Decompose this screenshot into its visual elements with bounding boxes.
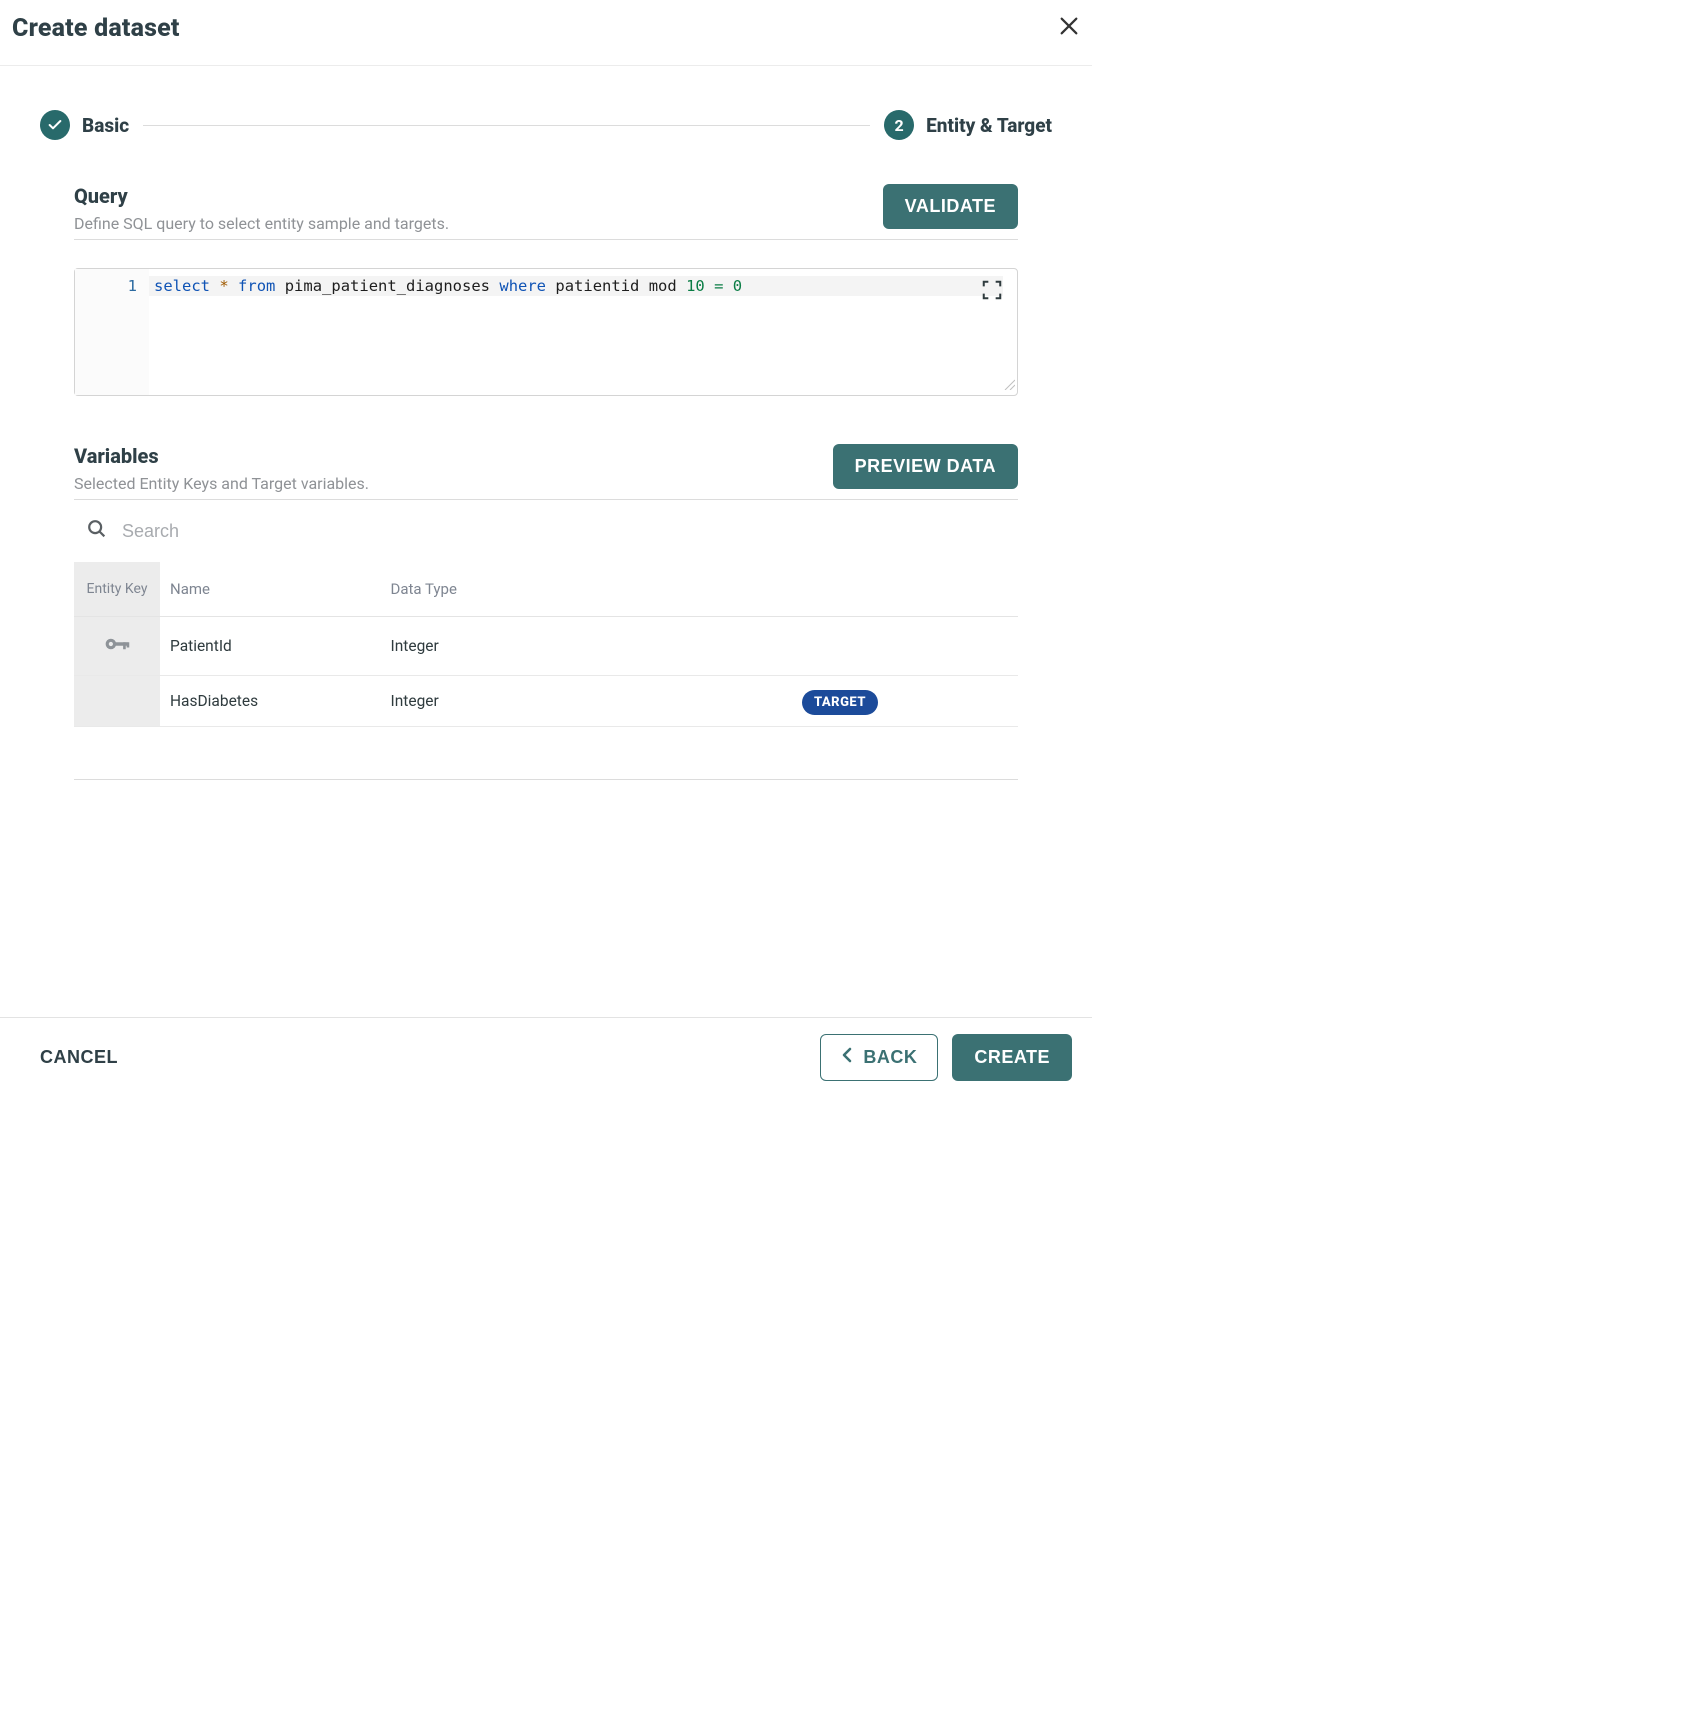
entity-key-cell[interactable]	[74, 676, 160, 727]
step-number-icon: 2	[884, 110, 914, 140]
cell-name: HasDiabetes	[160, 676, 381, 727]
preview-data-button[interactable]: Preview data	[833, 444, 1018, 489]
cell-name: PatientId	[160, 617, 381, 676]
query-section-header: Query Define SQL query to select entity …	[74, 184, 1018, 240]
dialog-footer: Cancel Back Create	[0, 1017, 1092, 1097]
check-icon	[40, 110, 70, 140]
create-button[interactable]: Create	[952, 1034, 1072, 1081]
cell-type: Integer	[381, 676, 557, 727]
step-basic[interactable]: Basic	[40, 110, 129, 140]
table-row[interactable]: HasDiabetes Integer TARGET	[74, 676, 1018, 727]
key-icon	[103, 641, 131, 659]
back-button[interactable]: Back	[820, 1034, 938, 1081]
sql-star: *	[219, 277, 228, 295]
resize-handle-icon[interactable]	[1003, 378, 1015, 393]
line-number: 1	[128, 277, 137, 295]
step-entity-target[interactable]: 2 Entity & Target	[884, 110, 1052, 140]
entity-key-cell[interactable]	[74, 617, 160, 676]
dialog-title: Create dataset	[12, 14, 180, 43]
section-divider	[74, 779, 1018, 780]
sql-identifier: patientid	[555, 277, 639, 295]
step-connector	[143, 125, 870, 126]
dialog-header: Create dataset	[0, 0, 1092, 66]
sql-identifier: pima_patient_diagnoses	[285, 277, 490, 295]
stepper: Basic 2 Entity & Target	[0, 66, 1092, 140]
chevron-left-icon	[841, 1047, 853, 1068]
fullscreen-icon[interactable]	[981, 279, 1003, 305]
sql-number: 0	[733, 277, 742, 295]
search-row	[74, 500, 1018, 556]
close-icon[interactable]	[1058, 15, 1080, 43]
col-badge	[557, 562, 1018, 617]
cancel-button[interactable]: Cancel	[40, 1047, 118, 1068]
sql-keyword: from	[238, 277, 275, 295]
step-entity-target-label: Entity & Target	[926, 114, 1052, 137]
variables-subtitle: Selected Entity Keys and Target variable…	[74, 474, 369, 493]
cell-badge: TARGET	[557, 676, 1018, 727]
target-badge: TARGET	[802, 690, 878, 715]
col-name: Name	[160, 562, 381, 617]
sql-number: 10	[686, 277, 705, 295]
back-label: Back	[863, 1047, 917, 1068]
sql-keyword: where	[499, 277, 546, 295]
col-data-type: Data Type	[381, 562, 557, 617]
query-title: Query	[74, 184, 449, 208]
editor-gutter: 1	[75, 269, 149, 395]
search-icon	[86, 518, 108, 544]
cell-badge	[557, 617, 1018, 676]
search-input[interactable]	[122, 521, 1006, 542]
validate-button[interactable]: Validate	[883, 184, 1018, 229]
sql-keyword: select	[154, 277, 210, 295]
table-row[interactable]: PatientId Integer	[74, 617, 1018, 676]
col-entity-key: Entity Key	[74, 562, 160, 617]
sql-identifier: mod	[649, 277, 677, 295]
variables-section-header: Variables Selected Entity Keys and Targe…	[74, 444, 1018, 500]
cell-type: Integer	[381, 617, 557, 676]
query-subtitle: Define SQL query to select entity sample…	[74, 214, 449, 233]
step-basic-label: Basic	[82, 114, 129, 137]
variables-title: Variables	[74, 444, 369, 468]
variables-table: Entity Key Name Data Type PatientId Inte…	[74, 562, 1018, 727]
sql-editor[interactable]: 1 select * from pima_patient_diagnoses w…	[74, 268, 1018, 396]
